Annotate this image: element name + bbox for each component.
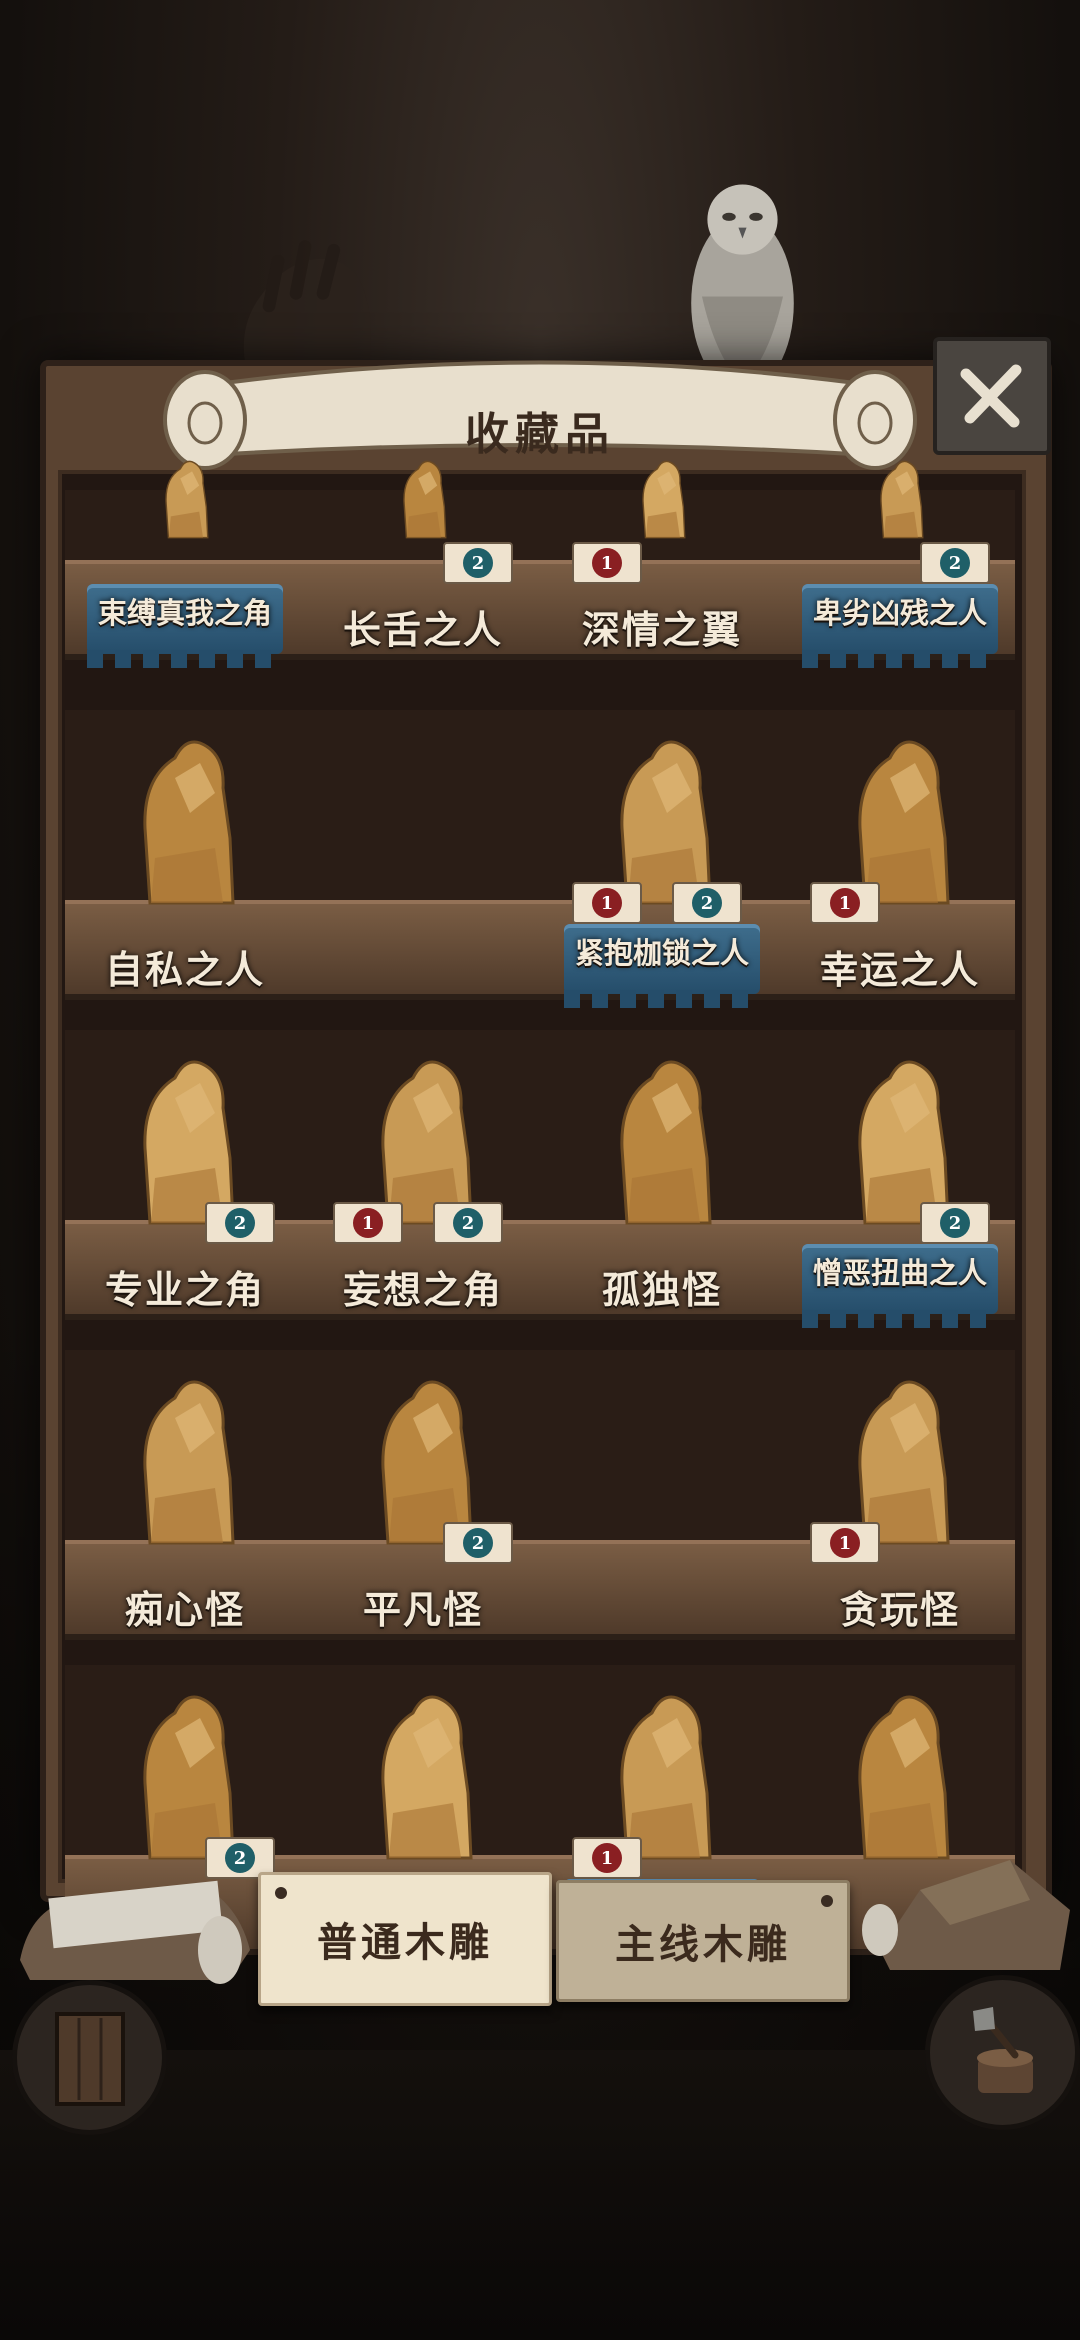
shelf-item[interactable]: 1 2 妄想之角	[313, 1020, 533, 1320]
wood-carving-figure	[620, 1695, 712, 1860]
item-label: 自私之人	[104, 947, 265, 992]
item-label: 幸运之人	[819, 947, 980, 992]
item-label: 妄想之角	[342, 1267, 503, 1312]
floor	[0, 2050, 1080, 2340]
wood-carving-figure	[642, 460, 686, 539]
wood-carving-figure	[381, 1060, 473, 1225]
wood-carving-figure	[143, 740, 235, 905]
wood-carving-figure	[620, 740, 712, 905]
pin-icon	[821, 1895, 833, 1907]
count-badge: 2	[920, 1202, 990, 1244]
tab-main-carvings[interactable]: 主线木雕	[556, 1880, 850, 2002]
tab-main-label: 主线木雕	[615, 1921, 791, 1968]
shelf-item[interactable]	[552, 1340, 772, 1640]
item-label: 孤独怪	[601, 1267, 722, 1312]
wood-carving-figure	[143, 1695, 235, 1860]
axe-button[interactable]	[925, 1975, 1080, 2130]
tab-normal-carvings[interactable]: 普通木雕	[258, 1872, 552, 2006]
pin-icon	[275, 1887, 287, 1899]
shelf-item[interactable]: 1 幸运之人	[790, 700, 1010, 1000]
shelf-item[interactable]: 2 长舌之人	[313, 360, 533, 660]
count-badge: 2	[443, 1522, 513, 1564]
rubble-right-decoration	[862, 1860, 1070, 1970]
badge-number: 1	[830, 888, 860, 918]
badge-number: 2	[463, 1528, 493, 1558]
item-label: 卑劣凶残之人	[812, 596, 987, 630]
wood-carving-figure	[165, 460, 209, 539]
game-scene: 收藏品 束缚真我之角 2 长舌之人 1 深情之翼 2 卑劣凶残之人 自私之人 1 2 紧抱枷锁之人 1…	[0, 0, 1080, 2340]
shelf-item[interactable]: 自私之人	[75, 700, 295, 1000]
item-label: 长舌之人	[342, 607, 503, 652]
shelf-item[interactable]	[313, 700, 533, 1000]
wood-carving-figure	[381, 1695, 473, 1860]
item-label: 贪玩怪	[839, 1587, 960, 1632]
shelf-item[interactable]: 1 2 紧抱枷锁之人	[552, 700, 772, 1008]
badge-number: 2	[453, 1208, 483, 1238]
badge-number: 2	[463, 548, 493, 578]
item-label: 紧抱枷锁之人	[574, 936, 749, 970]
tab-normal-label: 普通木雕	[317, 1919, 493, 1966]
badge-number: 2	[692, 888, 722, 918]
count-badge: 2	[205, 1202, 275, 1244]
count-badge: 1	[572, 542, 642, 584]
axe-stump-icon	[972, 2006, 1033, 2093]
item-label: 平凡怪	[362, 1587, 483, 1632]
shelf-item[interactable]: 束缚真我之角	[75, 360, 295, 668]
count-badge: 2	[443, 542, 513, 584]
shelf-item[interactable]: 2 憎恶扭曲之人	[790, 1020, 1010, 1328]
door-button[interactable]	[12, 1980, 167, 2135]
rubble-left-decoration	[20, 1880, 250, 1984]
item-label: 憎恶扭曲之人	[812, 1256, 987, 1290]
shelf-item[interactable]: 1 深情之翼	[552, 360, 772, 660]
shelf-item[interactable]: 1 贪玩怪	[790, 1340, 1010, 1640]
badge-number: 1	[592, 548, 622, 578]
badge-number: 2	[940, 1208, 970, 1238]
badge-number: 2	[940, 548, 970, 578]
shelf-item[interactable]: 2 卑劣凶残之人	[790, 360, 1010, 668]
wood-carving-figure	[403, 460, 447, 539]
badge-number: 1	[592, 888, 622, 918]
wood-carving-figure	[381, 1380, 473, 1545]
door-icon	[54, 2011, 125, 2106]
wood-carving-figure	[880, 460, 924, 539]
wood-carving-figure	[858, 1380, 950, 1545]
wood-carving-figure	[858, 1060, 950, 1225]
item-label: 深情之翼	[581, 607, 742, 652]
wood-carving-figure	[143, 1060, 235, 1225]
wood-carving-figure	[620, 1060, 712, 1225]
item-label: 专业之角	[104, 1267, 265, 1312]
wood-carving-figure	[858, 740, 950, 905]
count-badge: 2	[433, 1202, 503, 1244]
badge-number: 2	[225, 1208, 255, 1238]
shelf-item[interactable]: 痴心怪	[75, 1340, 295, 1640]
count-badge: 1	[572, 882, 642, 924]
wood-carving-figure	[143, 1380, 235, 1545]
count-badge: 2	[920, 542, 990, 584]
count-badge: 1	[810, 1522, 880, 1564]
shelf-item[interactable]: 2 专业之角	[75, 1020, 295, 1320]
count-badge: 2	[672, 882, 742, 924]
shelf-item[interactable]: 孤独怪	[552, 1020, 772, 1320]
item-label: 束缚真我之角	[97, 596, 272, 630]
count-badge: 1	[333, 1202, 403, 1244]
count-badge: 1	[810, 882, 880, 924]
item-label: 痴心怪	[124, 1587, 245, 1632]
category-tabs: 普通木雕 主线木雕	[258, 1872, 850, 2006]
badge-number: 1	[353, 1208, 383, 1238]
shelf-item[interactable]: 2 平凡怪	[313, 1340, 533, 1640]
badge-number: 1	[592, 1843, 622, 1873]
badge-number: 1	[830, 1528, 860, 1558]
